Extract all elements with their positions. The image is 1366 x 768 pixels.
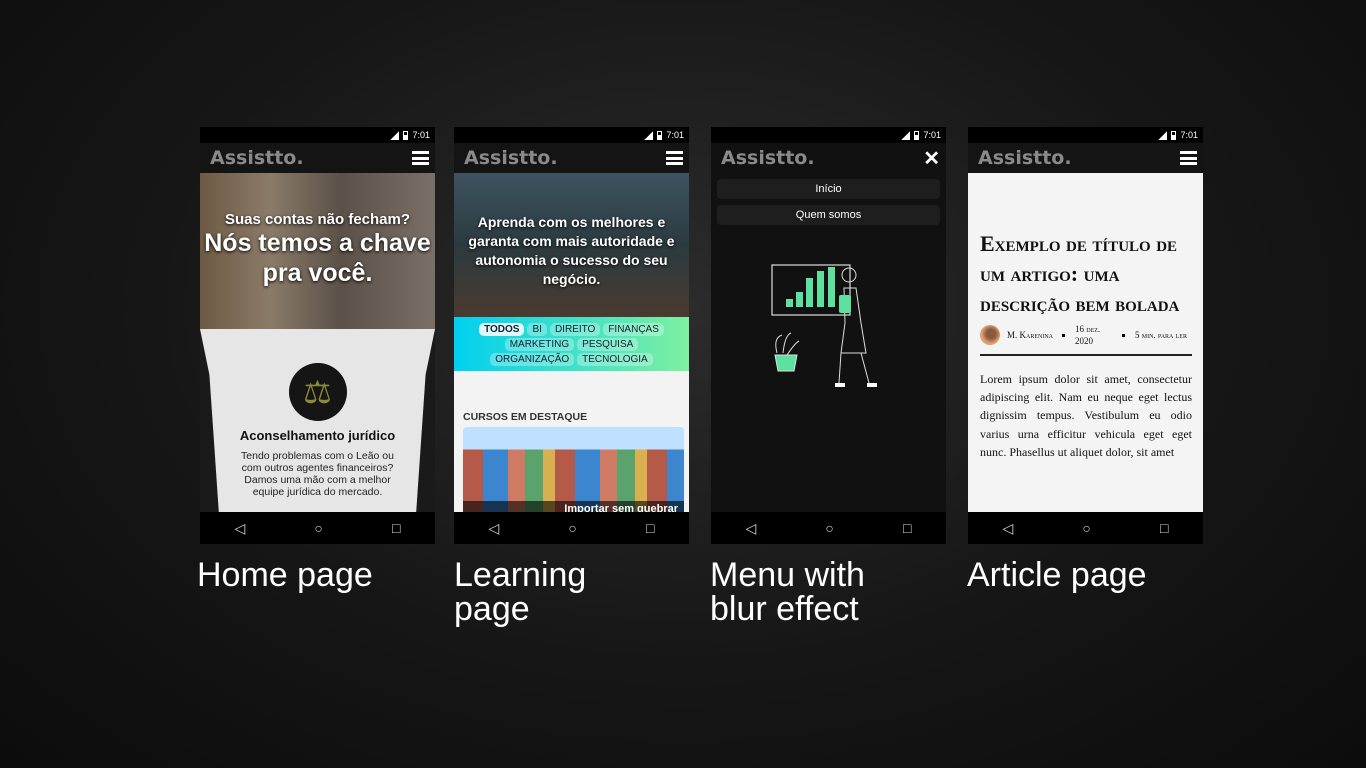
tag-pesquisa[interactable]: PESQUISA	[577, 337, 639, 351]
status-bar: 7:01	[200, 127, 435, 143]
menu-item-quem-somos[interactable]: Quem somos	[717, 205, 940, 225]
android-nav: ◁ ○ □	[200, 512, 435, 544]
hero-subtitle: Suas contas não fecham?	[224, 211, 411, 228]
back-button[interactable]: ◁	[1003, 520, 1014, 537]
recents-button[interactable]: □	[903, 520, 911, 536]
menu-icon[interactable]	[666, 151, 683, 165]
course-card[interactable]: Importar sem quebrar	[463, 427, 684, 512]
clock: 7:01	[412, 130, 430, 140]
logo[interactable]: Assistto.	[464, 147, 558, 169]
section-title: CURSOS EM DESTAQUE	[463, 411, 588, 423]
learning-page-phone: 7:01 Assistto. Aprenda com os melhores e…	[454, 127, 689, 544]
battery-icon	[914, 130, 920, 140]
tag-financas[interactable]: FINANÇAS	[603, 322, 664, 336]
back-button[interactable]: ◁	[746, 520, 757, 537]
signal-icon	[644, 130, 654, 140]
caption-article: Article page	[967, 556, 1147, 594]
menu-page-phone: 7:01 Assistto. ✕ Início Quem somos ◁ ○ □	[711, 127, 946, 544]
article-body: Lorem ipsum dolor sit amet, consectetur …	[980, 372, 1192, 459]
author-avatar	[980, 325, 1000, 345]
article-title: Exemplo de título de um artigo: uma desc…	[980, 231, 1180, 316]
recents-button[interactable]: □	[392, 520, 400, 536]
course-title[interactable]: Importar sem quebrar	[463, 501, 684, 512]
home-button[interactable]: ○	[568, 520, 576, 536]
author[interactable]: M. Karenina	[1007, 329, 1055, 341]
home-button[interactable]: ○	[314, 520, 322, 536]
menu-icon[interactable]	[1180, 151, 1197, 165]
status-bar: 7:01	[711, 127, 946, 143]
signal-icon	[901, 130, 911, 140]
date: 16 dez. 2020	[1075, 324, 1101, 346]
hero-headline: Aprenda com os melhores e garanta com ma…	[454, 173, 689, 317]
home-page-phone: 7:01 Assistto. Suas contas não fecham? Nó…	[200, 127, 435, 544]
android-nav: ◁ ○ □	[454, 512, 689, 544]
bullet-icon	[1122, 333, 1125, 337]
signal-icon	[390, 130, 400, 140]
tag-organizacao[interactable]: ORGANIZAÇÃO	[490, 352, 575, 366]
article-meta: M. Karenina 16 dez. 2020 5 min. para ler	[980, 323, 1192, 356]
caption-menu: Menu with blur effect	[710, 556, 865, 628]
scales-icon: ⚖	[288, 363, 347, 421]
tag-direito[interactable]: DIREITO	[549, 322, 601, 336]
home-button[interactable]: ○	[825, 520, 833, 536]
back-button[interactable]: ◁	[489, 520, 500, 537]
hero: Suas contas não fecham? Nós temos a chave…	[200, 173, 435, 329]
status-bar: 7:01	[454, 127, 689, 143]
home-button[interactable]: ○	[1082, 520, 1090, 536]
hero-headline: Nós temos a chave pra você.	[204, 229, 431, 287]
signal-icon	[1158, 130, 1168, 140]
clock: 7:01	[666, 130, 684, 140]
article-page-phone: 7:01 Assistto. Exemplo de título de um a…	[968, 127, 1203, 544]
status-bar: 7:01	[968, 127, 1203, 143]
recents-button[interactable]: □	[646, 520, 654, 536]
android-nav: ◁ ○ □	[968, 512, 1203, 544]
tag-marketing[interactable]: MARKETING	[504, 337, 575, 351]
caption-home: Home page	[197, 556, 373, 594]
battery-icon	[1171, 130, 1177, 140]
presentation-illustration	[771, 264, 877, 387]
tag-tecnologia[interactable]: TECNOLOGIA	[577, 352, 653, 366]
recents-button[interactable]: □	[1160, 520, 1168, 536]
clock: 7:01	[923, 130, 941, 140]
blur-menu: Início Quem somos	[711, 173, 946, 512]
service-card: ⚖ Aconselhamento jurídico Tendo problema…	[200, 329, 435, 512]
bullet-icon	[1062, 333, 1065, 337]
clock: 7:01	[1180, 130, 1198, 140]
close-icon[interactable]: ✕	[923, 146, 940, 171]
tag-bi[interactable]: BI	[527, 322, 547, 336]
battery-icon	[403, 130, 409, 140]
logo[interactable]: Assistto.	[210, 147, 304, 169]
service-title: Aconselhamento jurídico	[239, 428, 396, 443]
category-tags: TODOS BI DIREITO FINANÇAS MARKETING PESQ…	[454, 317, 689, 371]
back-button[interactable]: ◁	[235, 520, 246, 537]
menu-icon[interactable]	[412, 151, 429, 165]
service-description: Tendo problemas com o Leão ou com outros…	[241, 450, 394, 498]
menu-item-inicio[interactable]: Início	[717, 179, 940, 199]
read-time: 5 min. para ler	[1135, 330, 1187, 340]
android-nav: ◁ ○ □	[711, 512, 946, 544]
logo[interactable]: Assistto.	[978, 147, 1072, 169]
tag-todos[interactable]: TODOS	[479, 322, 525, 336]
caption-learning: Learning page	[454, 556, 587, 628]
logo[interactable]: Assistto.	[721, 147, 815, 169]
battery-icon	[657, 130, 663, 140]
